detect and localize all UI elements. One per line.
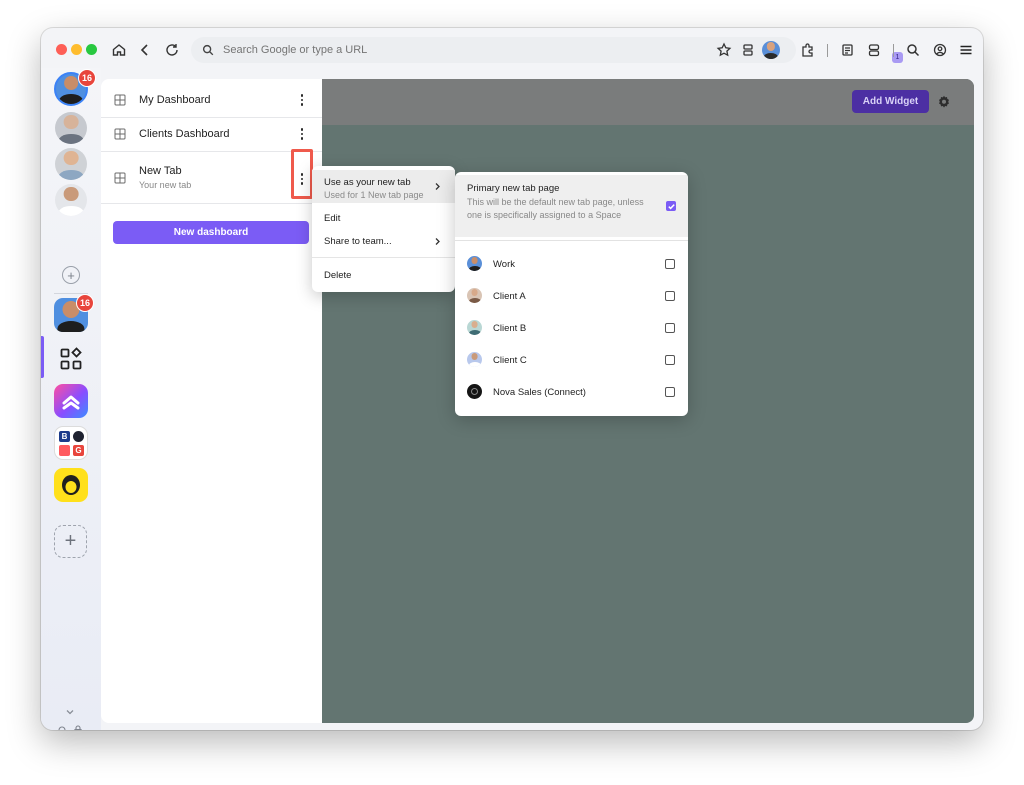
menu-item-label: Share to team... [324, 236, 392, 247]
menu-item-edit[interactable]: Edit [312, 209, 455, 229]
mailchimp-app-icon[interactable] [54, 468, 88, 502]
space-avatar [467, 256, 482, 271]
space-name: Client B [493, 323, 527, 334]
dashboard-title: New Tab [139, 165, 182, 177]
menu-item-delete[interactable]: Delete [312, 266, 455, 286]
space-avatar [467, 320, 482, 335]
dashboard-title: My Dashboard [139, 94, 211, 106]
account-icon[interactable] [930, 40, 950, 60]
dashboard-subtitle: Your new tab [139, 180, 192, 190]
tab-stack-icon[interactable] [738, 40, 758, 60]
dashboard-header: Add Widget [322, 79, 974, 125]
add-widget-button[interactable]: Add Widget [852, 90, 929, 113]
menu-item-label: Edit [324, 213, 341, 224]
space-name: Client A [493, 291, 526, 302]
close-window-button[interactable] [56, 44, 67, 55]
menu-item-label: Use as your new tab [324, 177, 411, 188]
menu-divider [312, 257, 455, 258]
dashboard-context-menu: Use as your new tab Used for 1 New tab p… [312, 166, 455, 292]
search-icon-toolbar[interactable] [903, 40, 923, 60]
dashboard-grid-icon [114, 94, 126, 106]
submenu-divider [455, 240, 688, 241]
app-notification-badge: 16 [76, 294, 94, 312]
chevron-right-icon [435, 183, 440, 190]
reading-list-icon[interactable] [838, 40, 858, 60]
space-checkbox[interactable] [665, 323, 675, 333]
chevron-down-icon[interactable] [65, 708, 75, 716]
menu-icon[interactable] [956, 40, 976, 60]
chevron-right-icon [435, 238, 440, 245]
space-option-work[interactable]: Work [455, 249, 688, 279]
space-avatar-3[interactable] [55, 148, 87, 180]
profile-avatar[interactable] [762, 41, 780, 59]
menu-item-label: Delete [324, 270, 352, 281]
space-checkbox[interactable] [665, 387, 675, 397]
space-avatar [467, 352, 482, 367]
zoom-window-button[interactable] [86, 44, 97, 55]
highlight-annotation [291, 149, 313, 199]
add-app-button[interactable]: + [54, 525, 87, 558]
dashboard-grid-icon [114, 128, 126, 140]
toolbar-divider-2 [893, 44, 894, 57]
primary-description: This will be the default new tab page, u… [467, 197, 644, 220]
apps-folder-icon[interactable]: B G [54, 426, 88, 460]
dashboards-grid-icon[interactable] [54, 342, 88, 376]
dashboard-item-my-dashboard[interactable]: My Dashboard [101, 79, 322, 118]
menu-item-share[interactable]: Share to team... [312, 232, 455, 252]
profile-notification-badge: 16 [78, 69, 96, 87]
space-option-client-a[interactable]: Client A [455, 281, 688, 311]
minimize-window-button[interactable] [71, 44, 82, 55]
check-icon [668, 204, 675, 210]
space-name: Client C [493, 355, 527, 366]
dashboard-item-clients-dashboard[interactable]: Clients Dashboard [101, 118, 322, 152]
spaces-sidebar: 16 + 16 B G + [41, 68, 101, 730]
back-icon[interactable] [135, 40, 155, 60]
space-avatar-2[interactable] [55, 112, 87, 144]
space-checkbox[interactable] [665, 291, 675, 301]
space-option-nova-sales[interactable]: Nova Sales (Connect) [455, 377, 688, 407]
dashboard-item-new-tab[interactable]: New Tab Your new tab [101, 152, 322, 204]
search-icon [202, 44, 214, 56]
more-options-icon[interactable] [295, 125, 309, 143]
active-indicator [41, 336, 44, 378]
bell-icon[interactable] [56, 724, 68, 730]
toolbar-divider [827, 44, 828, 57]
space-avatar-4[interactable] [55, 184, 87, 216]
new-tab-submenu: Primary new tab page This will be the de… [455, 172, 688, 416]
nova-logo-icon [467, 384, 482, 399]
primary-checkbox[interactable] [666, 201, 676, 211]
menu-item-sublabel: Used for 1 New tab page [324, 190, 424, 200]
space-name: Work [493, 259, 515, 270]
url-input[interactable] [223, 44, 703, 56]
browser-window: 1 16 + [41, 28, 983, 730]
space-option-client-b[interactable]: Client B [455, 313, 688, 343]
dashboards-panel: My Dashboard Clients Dashboard New Tab Y… [101, 79, 322, 723]
primary-new-tab-option[interactable]: Primary new tab page This will be the de… [455, 175, 688, 237]
primary-title: Primary new tab page [467, 183, 560, 194]
add-space-icon[interactable]: + [62, 266, 80, 284]
menu-item-use-as-new-tab[interactable]: Use as your new tab Used for 1 New tab p… [312, 170, 455, 203]
clickup-app-icon[interactable] [54, 384, 88, 418]
space-avatar [467, 288, 482, 303]
extensions-icon[interactable] [798, 40, 818, 60]
bookmark-star-icon[interactable] [714, 40, 734, 60]
address-bar[interactable] [191, 37, 796, 63]
gear-icon[interactable] [937, 95, 951, 109]
dashboard-title: Clients Dashboard [139, 128, 230, 140]
sidebar-stack-icon[interactable] [864, 40, 884, 60]
new-dashboard-button[interactable]: New dashboard [113, 221, 309, 244]
dashboard-grid-icon [114, 172, 126, 184]
space-name: Nova Sales (Connect) [493, 387, 586, 398]
reload-icon[interactable] [162, 40, 182, 60]
space-option-client-c[interactable]: Client C [455, 345, 688, 375]
home-icon[interactable] [109, 40, 129, 60]
space-checkbox[interactable] [665, 355, 675, 365]
space-checkbox[interactable] [665, 259, 675, 269]
more-options-icon[interactable] [295, 91, 309, 109]
lock-icon[interactable] [72, 724, 84, 730]
